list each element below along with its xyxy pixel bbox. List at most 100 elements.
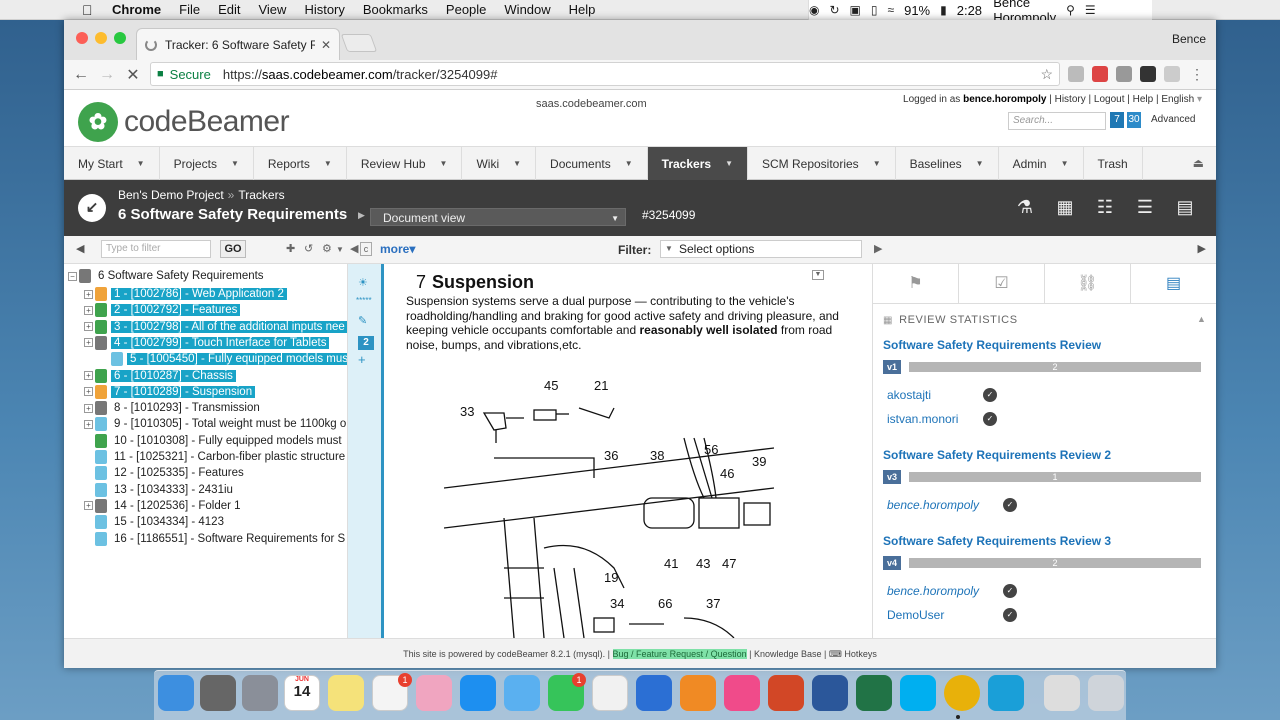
reviewer-link[interactable]: DemoUser: [887, 608, 944, 622]
view-select[interactable]: Document view ▼: [370, 208, 626, 226]
nav-documents[interactable]: Documents ▼: [536, 147, 648, 180]
forward-arrow-icon[interactable]: →: [94, 66, 120, 84]
ibooks-icon[interactable]: [680, 675, 716, 711]
new-tab-button[interactable]: [340, 34, 378, 52]
menu-view[interactable]: View: [258, 2, 286, 17]
days-badge[interactable]: 30: [1127, 112, 1141, 128]
language-select[interactable]: English: [1161, 94, 1194, 105]
tree-item[interactable]: 16 - [1186551] - Software Requirements f…: [84, 531, 347, 547]
tree-item[interactable]: 10 - [1010308] - Fully equipped models m…: [84, 433, 345, 449]
tree-filter-input[interactable]: Type to filter: [101, 240, 211, 258]
sync-icon[interactable]: ↻: [829, 4, 839, 16]
review-title[interactable]: Software Safety Requirements Review: [883, 338, 1101, 352]
powerpoint-icon[interactable]: [768, 675, 804, 711]
quicktime-icon[interactable]: [988, 675, 1024, 711]
tree-root-row[interactable]: − 6 Software Safety Requirements: [68, 268, 267, 284]
stop-loading-icon[interactable]: ✕: [120, 65, 146, 85]
notification-center-icon[interactable]: ☰: [1085, 4, 1096, 16]
chevron-down-icon[interactable]: ▼: [725, 159, 733, 168]
tree-item[interactable]: 5 - [1005450] - Fully equipped models mu…: [100, 351, 347, 367]
expand-toggle-icon[interactable]: +: [84, 305, 93, 315]
expand-toggle-icon[interactable]: −: [68, 271, 77, 281]
history-icon[interactable]: ↺: [304, 242, 313, 255]
expand-toggle-icon[interactable]: +: [84, 419, 93, 429]
chevron-down-icon[interactable]: ▼: [137, 159, 145, 168]
tree-item[interactable]: +3 - [1002798] - All of the additional i…: [84, 319, 347, 335]
nav-review-hub[interactable]: Review Hub ▼: [347, 147, 463, 180]
chevron-down-icon[interactable]: ▼: [976, 159, 984, 168]
system-preferences-icon[interactable]: [200, 675, 236, 711]
clock[interactable]: Wed 2:28 PM: [957, 0, 984, 20]
chevron-down-icon[interactable]: ▼: [336, 245, 344, 254]
numbers-icon[interactable]: [592, 675, 628, 711]
comment-count-badge[interactable]: 2: [358, 336, 374, 350]
item-menu-icon[interactable]: ▼: [812, 270, 824, 280]
tree-item[interactable]: +7 - [1010289] - Suspension: [84, 384, 256, 400]
nav-trackers[interactable]: Trackers ▼: [647, 147, 748, 180]
close-window-button[interactable]: [76, 32, 88, 44]
expand-toggle-icon[interactable]: +: [84, 371, 93, 380]
notification-badge[interactable]: 7: [1110, 112, 1124, 128]
extension-g-icon[interactable]: [1068, 66, 1084, 82]
go-button[interactable]: GO: [220, 240, 246, 258]
extension-bookmark-icon[interactable]: [1164, 66, 1180, 82]
zoom-window-button[interactable]: [114, 32, 126, 44]
reviewer-link[interactable]: bence.horompoly: [887, 498, 979, 512]
back-to-trackers-icon[interactable]: ↙: [78, 194, 106, 222]
tree-item[interactable]: +14 - [1202536] - Folder 1: [84, 498, 244, 514]
hotkeys-link[interactable]: Hotkeys: [844, 649, 877, 659]
document-view-icon[interactable]: ▤: [1174, 196, 1196, 218]
menu-bookmarks[interactable]: Bookmarks: [363, 2, 428, 17]
menu-history[interactable]: History: [304, 2, 344, 17]
tree-item[interactable]: +9 - [1010305] - Total weight must be 11…: [84, 416, 347, 432]
collapse-left-icon[interactable]: ◀: [350, 242, 358, 255]
word-icon[interactable]: [812, 675, 848, 711]
collapse-header-icon[interactable]: ⏏: [1193, 156, 1204, 170]
chevron-down-icon[interactable]: ▼: [231, 159, 239, 168]
nav-scm-repositories[interactable]: SCM Repositories ▼: [748, 147, 896, 180]
expand-right-panel-icon[interactable]: ▶: [874, 242, 882, 255]
minimize-window-button[interactable]: [95, 32, 107, 44]
expand-toggle-icon[interactable]: +: [84, 338, 93, 348]
username-link[interactable]: bence.horompoly: [963, 94, 1046, 105]
tree-item[interactable]: 12 - [1025335] - Features: [84, 465, 247, 481]
finder-icon[interactable]: [158, 675, 194, 711]
filter-select[interactable]: ▼ Select options: [660, 240, 862, 258]
tree-item[interactable]: +6 - [1010287] - Chassis: [84, 368, 236, 384]
trash-icon[interactable]: [1088, 675, 1124, 711]
nav-reports[interactable]: Reports ▼: [254, 147, 347, 180]
extension-media-icon[interactable]: [1092, 66, 1108, 82]
menu-window[interactable]: Window: [504, 2, 550, 17]
expand-toggle-icon[interactable]: +: [84, 403, 93, 413]
section-title[interactable]: Suspension: [432, 272, 534, 292]
battery-icon[interactable]: ▮: [940, 4, 947, 16]
notes-icon[interactable]: [328, 675, 364, 711]
tree-item[interactable]: +4 - [1002799] - Touch Interface for Tab…: [84, 335, 330, 351]
document-icon[interactable]: ▤: [1131, 264, 1216, 303]
chrome-icon[interactable]: [944, 675, 980, 711]
launchpad-icon[interactable]: [242, 675, 278, 711]
cardboard-icon[interactable]: ▦: [1054, 196, 1076, 218]
advanced-search-link[interactable]: Advanced: [1151, 114, 1195, 125]
add-child-icon[interactable]: +: [358, 352, 366, 367]
menu-file[interactable]: File: [179, 2, 200, 17]
traceability-icon[interactable]: ☷: [1094, 196, 1116, 218]
display-icon[interactable]: ▣: [850, 4, 861, 16]
section-body[interactable]: Suspension systems serve a dual purpose …: [406, 294, 846, 352]
reviewer-link[interactable]: akostajti: [887, 388, 931, 402]
nav-baselines[interactable]: Baselines ▼: [896, 147, 999, 180]
back-arrow-icon[interactable]: ←: [68, 66, 94, 84]
collapse-right-icon[interactable]: ▶: [1198, 242, 1206, 255]
reviewer-link[interactable]: istvan.monori: [887, 412, 958, 426]
chevron-down-icon[interactable]: ▼: [1061, 159, 1069, 168]
apple-icon[interactable]: : [82, 3, 96, 17]
extension-shield-icon[interactable]: [1116, 66, 1132, 82]
chevron-down-icon[interactable]: ▼: [440, 159, 448, 168]
edit-icon[interactable]: ✎: [358, 314, 367, 327]
more-menu[interactable]: more▾: [380, 242, 415, 256]
tree-item[interactable]: 11 - [1025321] - Carbon-fiber plastic st…: [84, 449, 347, 465]
bug-feature-link[interactable]: Bug / Feature Request / Question: [612, 649, 747, 659]
photos-icon[interactable]: [416, 675, 452, 711]
train-icon[interactable]: ⛓: [1045, 264, 1131, 303]
collapse-section-icon[interactable]: ▲: [1197, 314, 1207, 324]
